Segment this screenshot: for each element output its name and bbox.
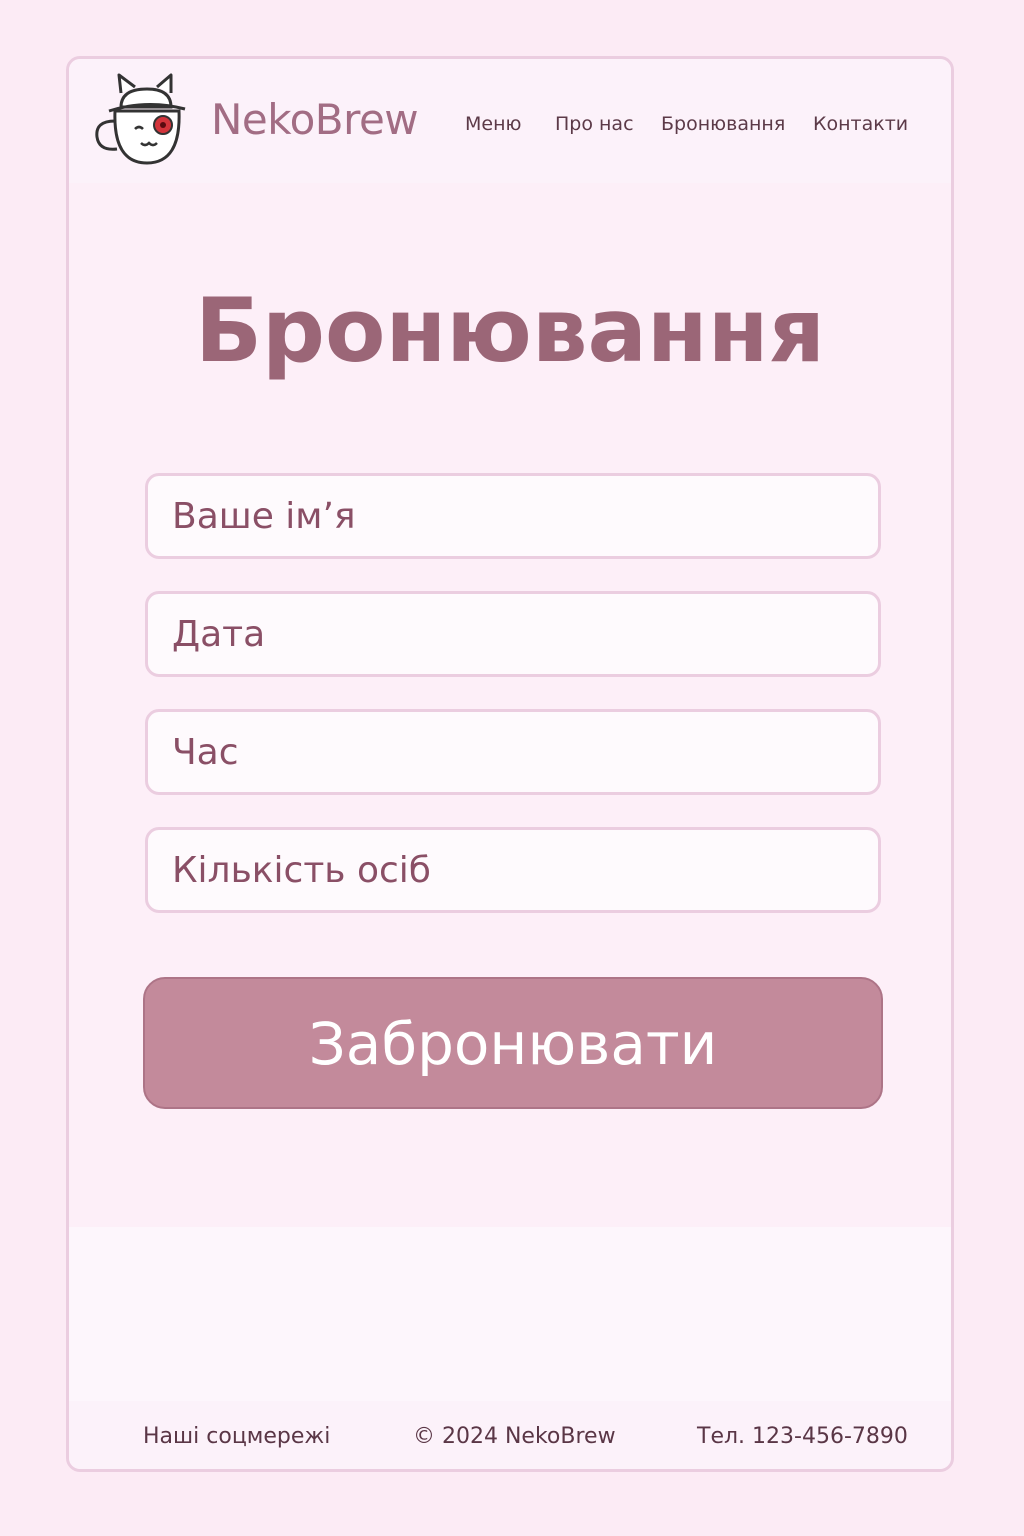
content-spacer bbox=[69, 1227, 951, 1401]
nav-contacts-link[interactable]: Контакти bbox=[813, 113, 908, 135]
book-button[interactable]: Забронювати bbox=[143, 977, 883, 1109]
name-field bbox=[145, 473, 881, 559]
page-frame: NekoBrew Меню Про нас Бронювання Контакт… bbox=[66, 56, 954, 1472]
page-title: Бронювання bbox=[194, 279, 826, 382]
footer-social-link[interactable]: Наші соцмережі bbox=[143, 1424, 330, 1449]
cat-mug-icon[interactable] bbox=[91, 71, 187, 171]
nav-booking-link[interactable]: Бронювання bbox=[661, 113, 785, 135]
time-field bbox=[145, 709, 881, 795]
time-input[interactable] bbox=[148, 712, 878, 792]
site-footer: Наші соцмережі © 2024 NekoBrew Тел. 123-… bbox=[69, 1401, 951, 1469]
nav-about-link[interactable]: Про нас bbox=[555, 113, 634, 135]
guests-field bbox=[145, 827, 881, 913]
brand-name[interactable]: NekoBrew bbox=[211, 95, 419, 144]
nav-menu-link[interactable]: Меню bbox=[465, 113, 522, 135]
date-field bbox=[145, 591, 881, 677]
footer-phone: Тел. 123-456-7890 bbox=[697, 1424, 908, 1449]
footer-copyright: © 2024 NekoBrew bbox=[413, 1424, 616, 1449]
site-header: NekoBrew Меню Про нас Бронювання Контакт… bbox=[69, 59, 951, 183]
book-button-label: Забронювати bbox=[308, 1010, 718, 1078]
date-input[interactable] bbox=[148, 594, 878, 674]
name-input[interactable] bbox=[148, 476, 878, 556]
guests-input[interactable] bbox=[148, 830, 878, 910]
